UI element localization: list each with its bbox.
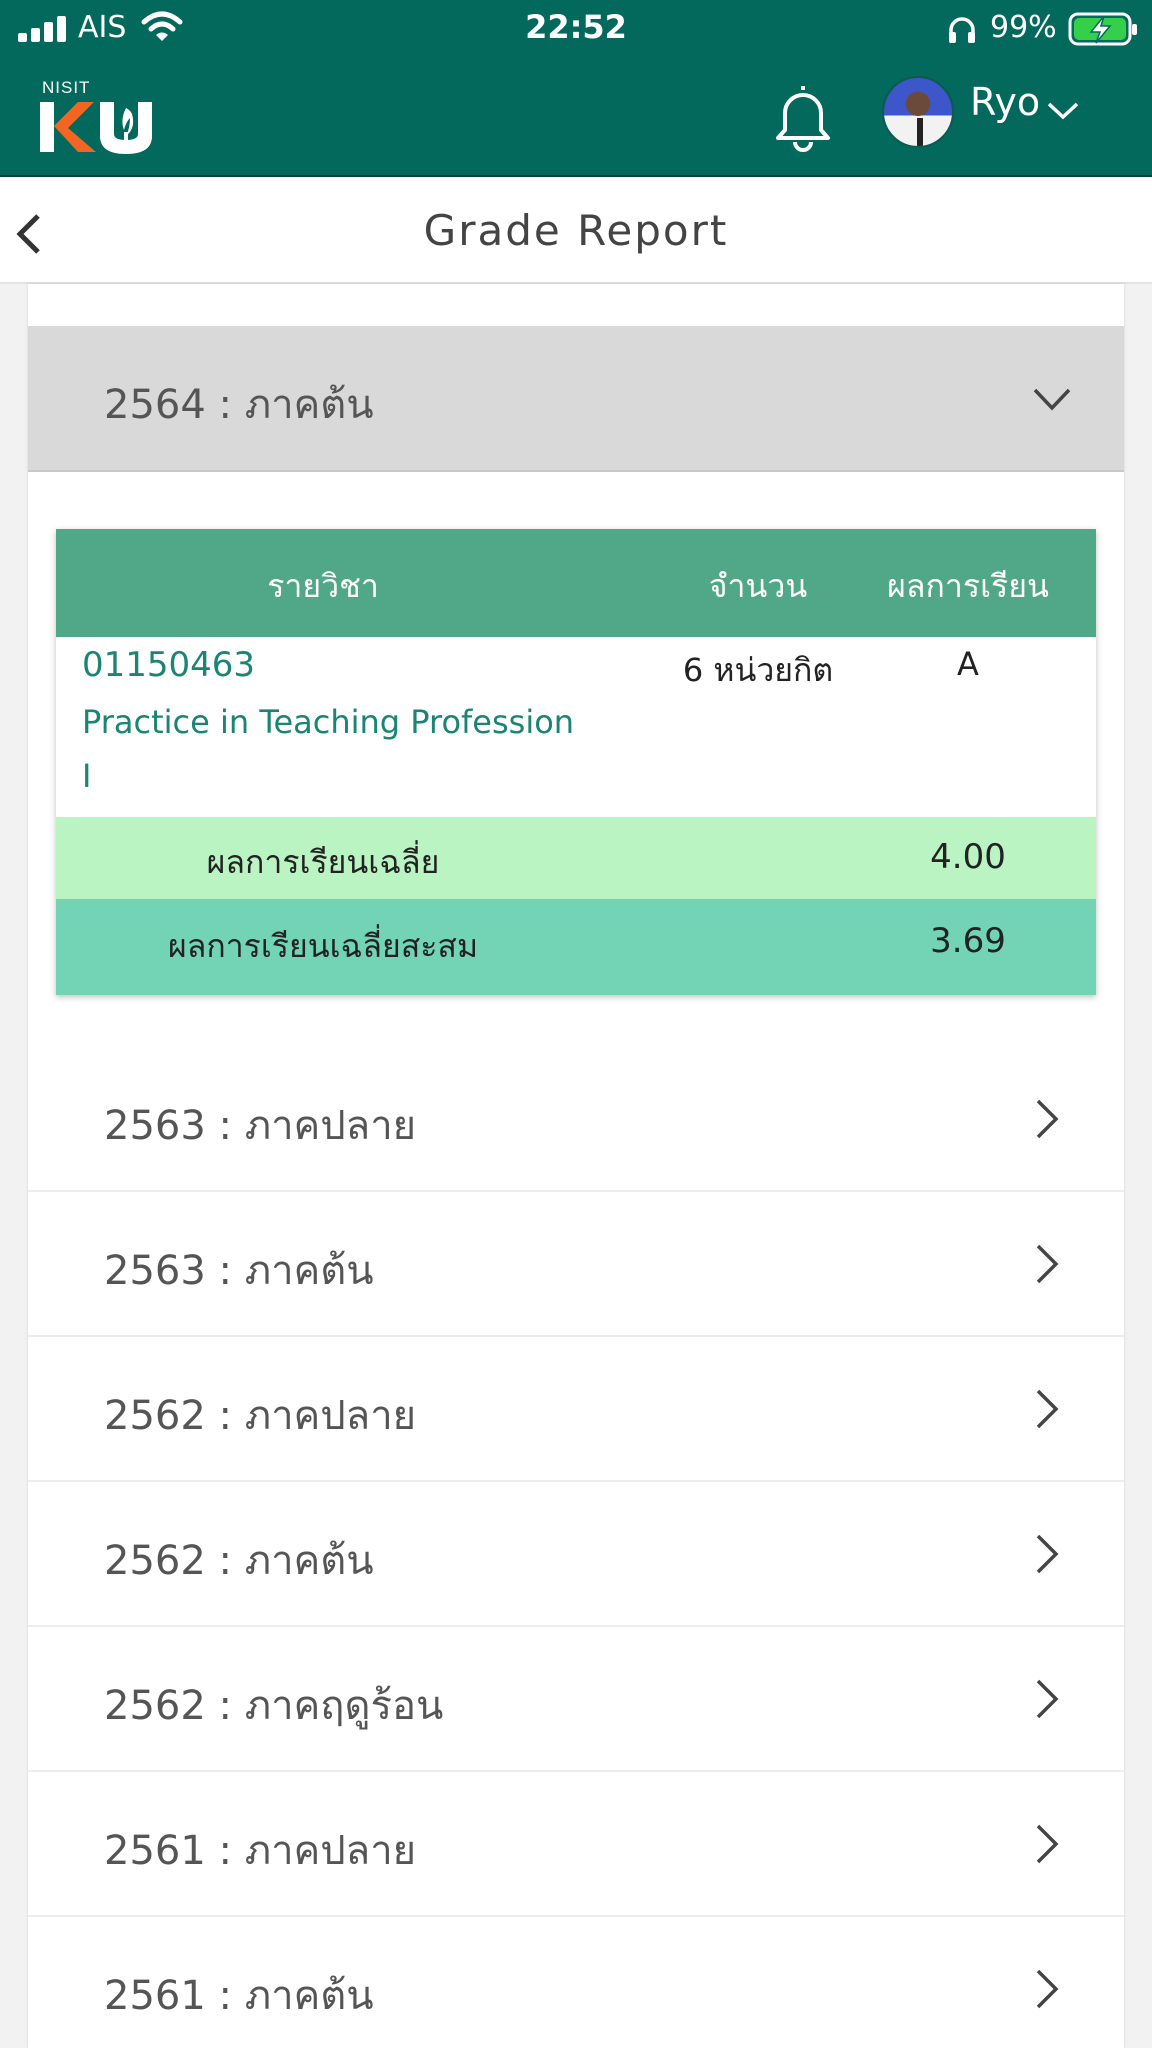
app-header: AIS 22:52 99% NISIT Ryo: [0, 0, 1152, 177]
notification-bell-icon[interactable]: [766, 80, 840, 154]
gpa-row: ผลการเรียนเฉลี่ย 4.00: [56, 817, 1096, 899]
chevron-right-icon: [1036, 1099, 1059, 1139]
gpax-row: ผลการเรียนเฉลี่ยสะสม 3.69: [56, 899, 1096, 995]
page-title: Grade Report: [423, 206, 729, 255]
status-bar: AIS 22:52 99%: [0, 0, 1152, 60]
gpax-value: 3.69: [930, 921, 1006, 961]
chevron-right-icon: [1036, 1244, 1059, 1284]
semester-item[interactable]: 2563 : ภาคปลาย: [28, 1047, 1124, 1192]
semester-item[interactable]: 2562 : ภาคฤดูร้อน: [28, 1627, 1124, 1772]
status-time: 22:52: [525, 8, 627, 46]
battery-charging-icon: [1068, 12, 1137, 46]
semester-label: 2564 : ภาคต้น: [104, 382, 374, 428]
semester-item[interactable]: 2563 : ภาคต้น: [28, 1192, 1124, 1337]
user-name[interactable]: Ryo: [970, 80, 1040, 124]
chevron-right-icon: [1036, 1534, 1059, 1574]
semester-header-expanded[interactable]: 2564 : ภาคต้น: [28, 326, 1124, 472]
semester-label: 2562 : ภาคปลาย: [104, 1393, 417, 1439]
chevron-right-icon: [1036, 1389, 1059, 1429]
chevron-right-icon: [1036, 1824, 1059, 1864]
table-row: 01150463 Practice in Teaching Profession…: [56, 637, 1096, 817]
column-header-course: รายวิชา: [267, 567, 379, 605]
chevron-down-icon[interactable]: [1046, 100, 1080, 122]
semester-item[interactable]: 2562 : ภาคต้น: [28, 1482, 1124, 1627]
semester-item[interactable]: 2561 : ภาคต้น: [28, 1917, 1124, 2048]
gpa-label: ผลการเรียนเฉลี่ย: [206, 843, 440, 881]
course-name: Practice in Teaching Profession I: [82, 703, 575, 795]
gpax-label: ผลการเรียนเฉลี่ยสะสม: [167, 927, 479, 965]
grade-report-list: 2564 : ภาคต้น รายวิชา จำนวน ผลการเรียน 0…: [28, 284, 1124, 2048]
chevron-down-icon: [1033, 388, 1071, 411]
semester-item[interactable]: 2561 : ภาคปลาย: [28, 1772, 1124, 1917]
headphones-icon: [949, 17, 975, 43]
semester-label: 2562 : ภาคต้น: [104, 1538, 374, 1584]
semester-label: 2562 : ภาคฤดูร้อน: [104, 1683, 444, 1729]
semester-item[interactable]: 2562 : ภาคปลาย: [28, 1337, 1124, 1482]
battery-percent: 99%: [990, 10, 1057, 45]
ku-logo-mark: [40, 102, 152, 154]
table-header: รายวิชา จำนวน ผลการเรียน: [56, 529, 1096, 637]
title-bar: Grade Report: [0, 178, 1152, 284]
course-code: 01150463: [82, 645, 256, 685]
chevron-right-icon: [1036, 1969, 1059, 2009]
user-avatar[interactable]: [882, 76, 954, 148]
nisit-ku-logo[interactable]: NISIT: [38, 78, 172, 158]
chevron-right-icon: [1036, 1679, 1059, 1719]
semester-label: 2561 : ภาคต้น: [104, 1973, 374, 2019]
course-grade: A: [957, 645, 979, 683]
semester-label: 2563 : ภาคต้น: [104, 1248, 374, 1294]
grade-table: รายวิชา จำนวน ผลการเรียน 01150463 Practi…: [56, 529, 1096, 995]
semester-label: 2561 : ภาคปลาย: [104, 1828, 417, 1874]
gpa-value: 4.00: [930, 837, 1006, 877]
column-header-grade: ผลการเรียน: [887, 567, 1049, 605]
semester-label: 2563 : ภาคปลาย: [104, 1103, 417, 1149]
